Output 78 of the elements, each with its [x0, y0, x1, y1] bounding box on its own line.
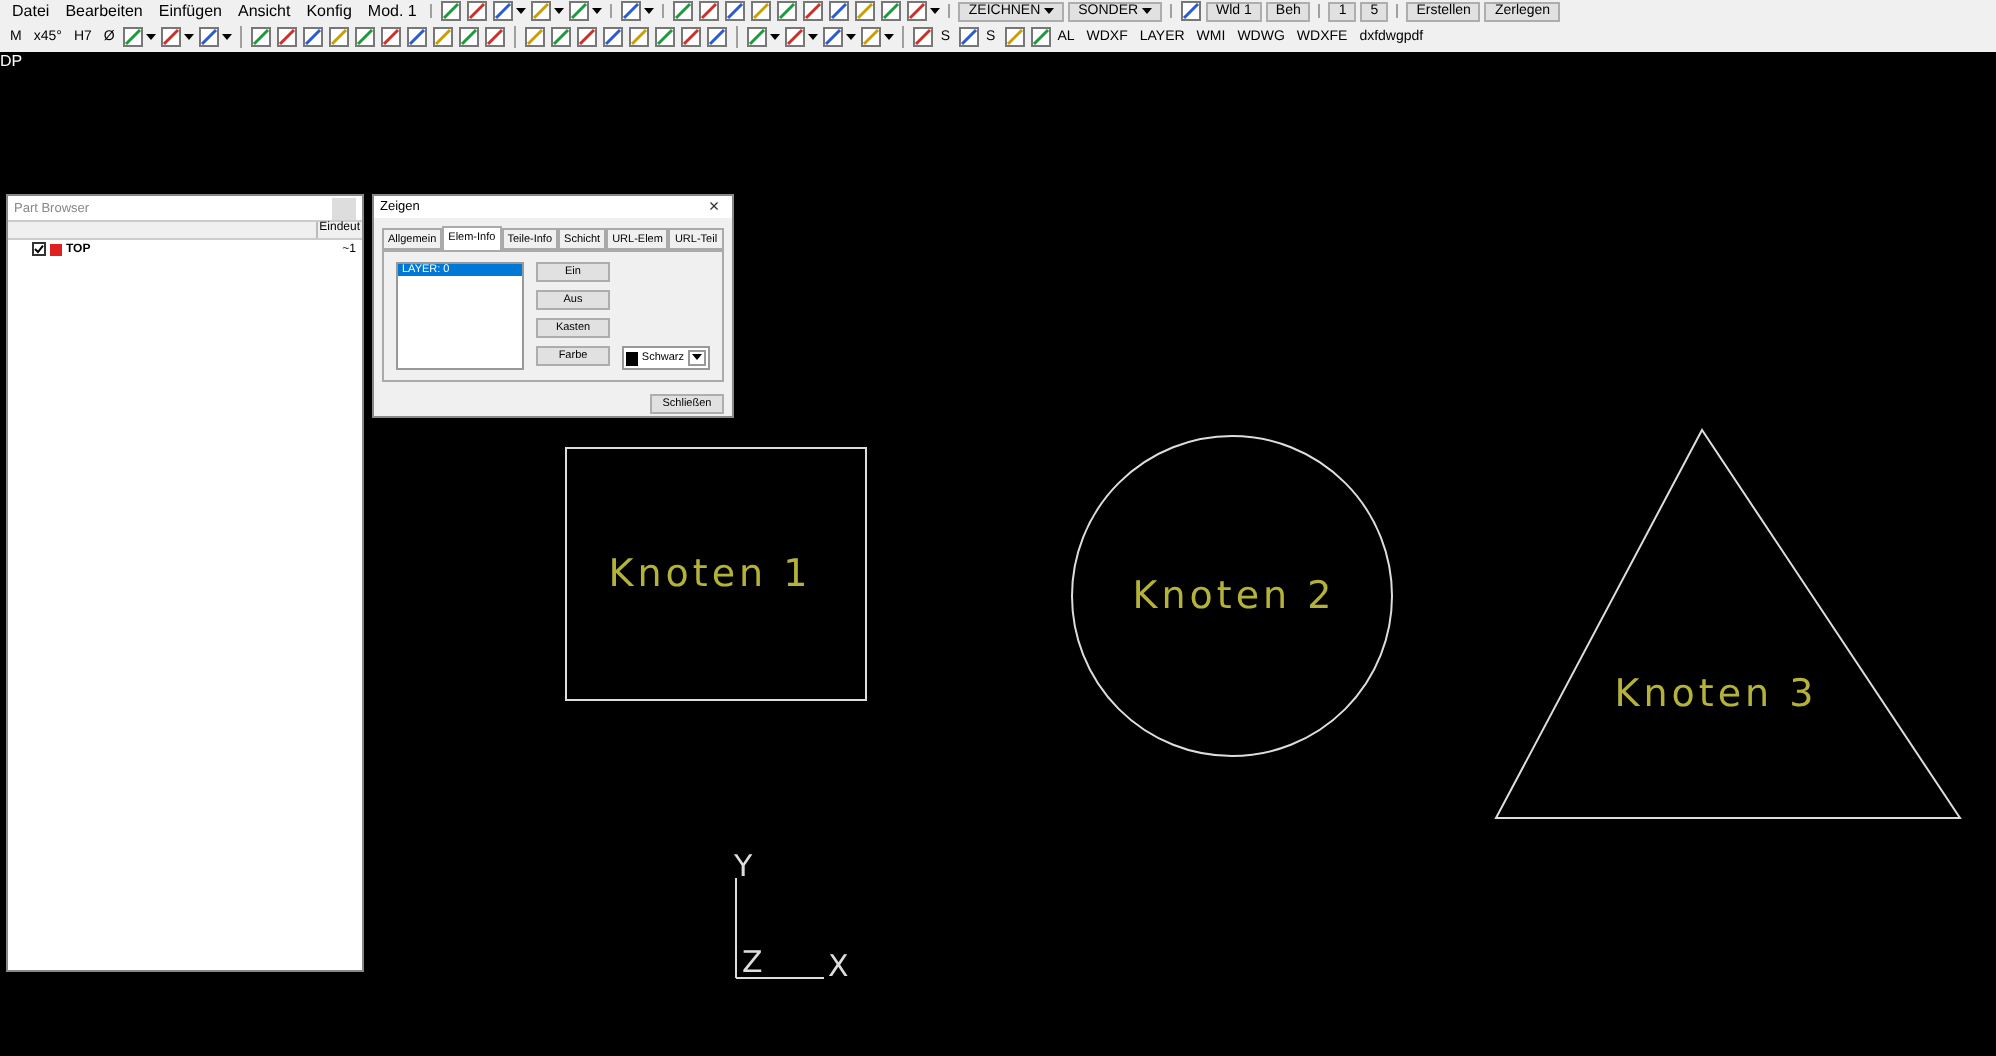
- toolbar-icon[interactable]: [698, 0, 721, 22]
- toolbar-icon[interactable]: [854, 0, 877, 22]
- part-icon: [50, 243, 62, 255]
- toolbar-icon[interactable]: [328, 26, 351, 48]
- caret-icon[interactable]: [846, 34, 857, 40]
- toolbar-icon[interactable]: [524, 26, 547, 48]
- caret-icon[interactable]: [554, 8, 565, 14]
- toolbar-icon[interactable]: [276, 26, 299, 48]
- toolbar-icon[interactable]: [440, 0, 463, 22]
- toolbar-icon[interactable]: [354, 26, 377, 48]
- toolbar-icon[interactable]: [432, 26, 455, 48]
- toolbar-icon[interactable]: [484, 26, 507, 48]
- node-label: Knoten 3: [1614, 672, 1818, 716]
- node-label: Knoten 2: [1132, 574, 1336, 618]
- caret-icon[interactable]: [930, 8, 941, 14]
- toolbar-icon[interactable]: [576, 26, 599, 48]
- toolbar-icon[interactable]: [1180, 0, 1203, 22]
- toolbar-icon[interactable]: [906, 0, 929, 22]
- caret-icon: [1142, 7, 1153, 13]
- toolbar-icon[interactable]: [912, 26, 935, 48]
- caret-icon[interactable]: [184, 34, 195, 40]
- toolbar-icon[interactable]: [302, 26, 325, 48]
- toolbar-icon[interactable]: [776, 0, 799, 22]
- axis-label: X: [828, 948, 849, 984]
- toolbar-icon[interactable]: [466, 0, 489, 22]
- toolbar-icon[interactable]: [654, 26, 677, 48]
- menu-item[interactable]: Datei: [6, 2, 56, 20]
- toolbar-icon[interactable]: [620, 0, 643, 22]
- toolbar-icon[interactable]: [458, 26, 481, 48]
- toolbar-icon[interactable]: [672, 0, 695, 22]
- caret-icon[interactable]: [808, 34, 819, 40]
- toolbar-icon[interactable]: [250, 26, 273, 48]
- menu-item[interactable]: Einfügen: [152, 2, 228, 20]
- axis-label: Y: [734, 848, 753, 884]
- checkbox[interactable]: [32, 242, 46, 256]
- toolbar-icon[interactable]: [406, 26, 429, 48]
- menu-item[interactable]: Ansicht: [231, 2, 297, 20]
- toolbar-icon[interactable]: [198, 26, 221, 48]
- caret-icon[interactable]: [884, 34, 895, 40]
- caret-icon[interactable]: [146, 34, 157, 40]
- close-button[interactable]: ×: [702, 196, 726, 218]
- node-label: Knoten 1: [608, 552, 812, 596]
- toolbar-icon[interactable]: [724, 0, 747, 22]
- toolbar-icon[interactable]: [550, 26, 573, 48]
- toolbar-icon[interactable]: [784, 26, 807, 48]
- toolbar-icon[interactable]: [802, 0, 825, 22]
- toolbar-icon[interactable]: [822, 26, 845, 48]
- caret-icon[interactable]: [516, 8, 527, 14]
- toolbar-icon[interactable]: [160, 26, 183, 48]
- caret-icon[interactable]: [222, 34, 233, 40]
- caret-icon[interactable]: [770, 34, 781, 40]
- caret-icon: [1044, 7, 1055, 13]
- toolbar-icon[interactable]: [706, 26, 729, 48]
- toolbar-icon[interactable]: [860, 26, 883, 48]
- toolbar-icon[interactable]: [602, 26, 625, 48]
- menu-item[interactable]: Konfig: [300, 2, 358, 20]
- axis-drawing: [735, 877, 825, 979]
- toolbar-icon[interactable]: [880, 0, 903, 22]
- toolbar-icon[interactable]: [530, 0, 553, 22]
- toolbar-icon[interactable]: [828, 0, 851, 22]
- menu-item[interactable]: Bearbeiten: [59, 2, 149, 20]
- caret-icon[interactable]: [592, 8, 603, 14]
- menu-item[interactable]: Mod. 1: [361, 2, 423, 20]
- toolbar-icon[interactable]: [958, 26, 981, 48]
- axis-label: Z: [742, 944, 763, 980]
- toolbar-icon[interactable]: [1003, 26, 1026, 48]
- dropdown-button[interactable]: [688, 350, 706, 366]
- toolbar-icon[interactable]: [122, 26, 145, 48]
- toolbar-icon[interactable]: [680, 26, 703, 48]
- toolbar-icon[interactable]: [380, 26, 403, 48]
- toolbar-icon[interactable]: [628, 26, 651, 48]
- toolbar-icon[interactable]: [568, 0, 591, 22]
- toolbar-icon[interactable]: [746, 26, 769, 48]
- caret-icon[interactable]: [644, 8, 655, 14]
- toolbar-icon[interactable]: [492, 0, 515, 22]
- view-label: DP: [0, 52, 23, 70]
- toolbar-icon[interactable]: [750, 0, 773, 22]
- toolbar-icon[interactable]: [1029, 26, 1052, 48]
